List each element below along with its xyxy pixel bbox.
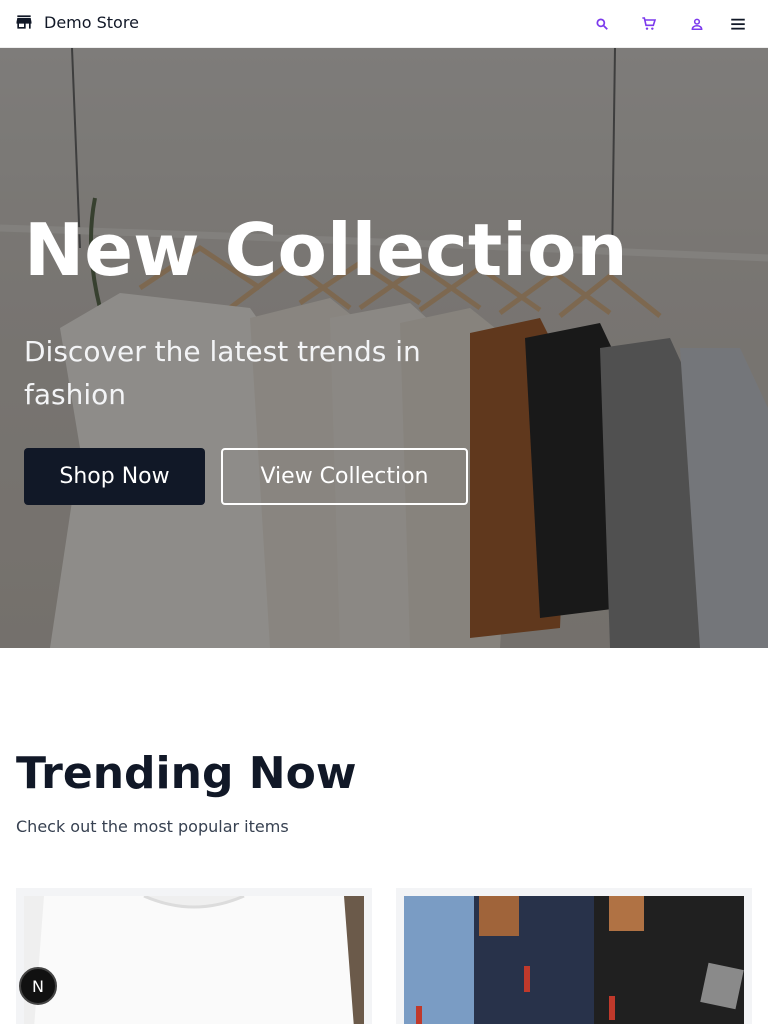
product-card[interactable]	[396, 888, 752, 1024]
shop-now-button[interactable]: Shop Now	[24, 448, 205, 505]
cart-icon[interactable]	[639, 14, 659, 34]
user-icon[interactable]	[687, 14, 707, 34]
dev-tools-badge[interactable]: N	[19, 967, 57, 1005]
section-title: Trending Now	[16, 748, 357, 799]
product-card[interactable]	[16, 888, 372, 1024]
menu-icon[interactable]	[728, 14, 748, 34]
top-nav: Demo Store	[0, 0, 768, 48]
product-image-tshirt	[24, 896, 364, 1024]
hero-banner: New Collection Discover the latest trend…	[0, 48, 768, 648]
search-icon[interactable]	[592, 14, 612, 34]
brand-link[interactable]: Demo Store	[14, 12, 139, 32]
product-image-jeans	[404, 896, 744, 1024]
brand-name: Demo Store	[44, 12, 139, 32]
hero-subtitle: Discover the latest trends in fashion	[24, 335, 421, 411]
section-subtitle: Check out the most popular items	[16, 817, 289, 836]
hero-title: New Collection	[24, 208, 628, 292]
store-icon	[14, 12, 34, 32]
badge-label: N	[32, 976, 44, 996]
view-collection-button[interactable]: View Collection	[221, 448, 468, 505]
